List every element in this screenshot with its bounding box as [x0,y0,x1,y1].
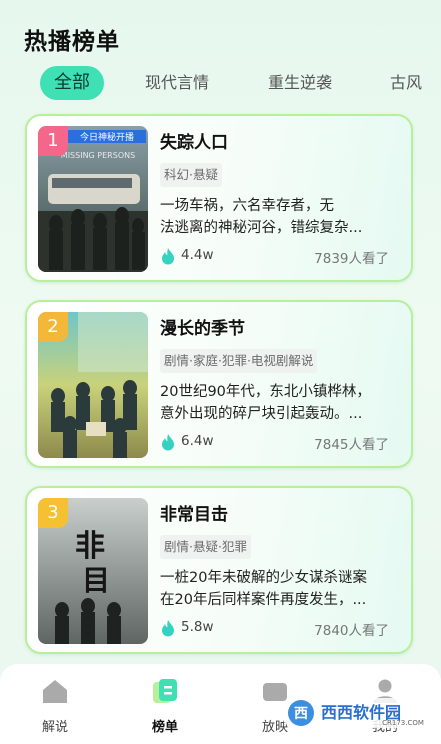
viewer-count: 7840人看了 [314,623,389,639]
card-title: 失踪人口 [160,133,228,153]
flame-icon [162,248,174,265]
heat-count: 5.8w [181,619,214,635]
heat-count: 6.4w [181,433,214,449]
category-tabs: 全部 现代言情 重生逆袭 古风 [0,66,441,102]
genre-tag: 剧情·悬疑·犯罪 [160,535,251,559]
genre-tag: 剧情·家庭·犯罪·电视剧解说 [160,349,318,373]
svg-text:西: 西 [294,706,308,722]
tab-rebirth[interactable]: 重生逆袭 [268,66,332,100]
nav-item-ranking[interactable]: 榜单 [135,678,195,735]
svg-text:今日神秘开播: 今日神秘开播 [80,131,134,143]
heat-count: 4.4w [181,247,214,263]
rank-badge: 1 [38,126,68,156]
svg-text:非: 非 [75,529,105,564]
tab-modern-romance[interactable]: 现代言情 [145,66,209,100]
svg-text:目: 目 [82,564,110,597]
svg-text:CR173.COM: CR173.COM [382,719,424,727]
ranking-icon [153,679,177,703]
svg-text:MISSING PERSONS: MISSING PERSONS [61,151,135,160]
page-title: 热播榜单 [24,29,120,55]
rank-badge: 3 [38,498,68,528]
ranking-card-3[interactable]: 非 目 3 非常目击 剧情·悬疑·犯罪 一桩20年未破解的少女谋杀谜案 在20年… [25,486,413,654]
card-description: 20世纪90年代，东北小镇桦林， 意外出现的碎尸块引起轰动。... [160,384,371,422]
card-description: 一场车祸，六名幸存者，无 法逃离的神秘河谷，错综复杂... [160,198,363,236]
nav-label: 榜单 [151,720,178,735]
watermark-logo: 西 西西软件园 CR173.COM [281,696,431,730]
home-icon [43,680,67,703]
nav-label: 解说 [41,720,68,735]
flame-icon [162,620,174,637]
card-title: 漫长的季节 [160,319,245,339]
viewer-count: 7839人看了 [314,251,389,267]
tab-ancient[interactable]: 古风 [390,66,441,100]
ranking-card-1[interactable]: 今日神秘开播 MISSING PERSONS 1 失踪人口 科幻·悬疑 一场车祸… [25,114,413,282]
ranking-card-2[interactable]: 2 漫长的季节 剧情·家庭·犯罪·电视剧解说 20世纪90年代，东北小镇桦林， … [25,300,413,468]
poster-image: 今日神秘开播 MISSING PERSONS 1 [38,126,148,272]
flame-icon [162,434,174,451]
viewer-count: 7845人看了 [314,437,389,453]
genre-tag: 科幻·悬疑 [160,163,222,187]
card-title: 非常目击 [160,505,228,525]
rank-badge: 2 [38,312,68,342]
nav-item-commentary[interactable]: 解说 [25,678,85,735]
card-description: 一桩20年未破解的少女谋杀谜案 在20年后同样案件再度发生，... [160,570,367,608]
poster-image: 非 目 3 [38,498,148,644]
tab-all[interactable]: 全部 [40,66,104,100]
poster-image: 2 [38,312,148,458]
